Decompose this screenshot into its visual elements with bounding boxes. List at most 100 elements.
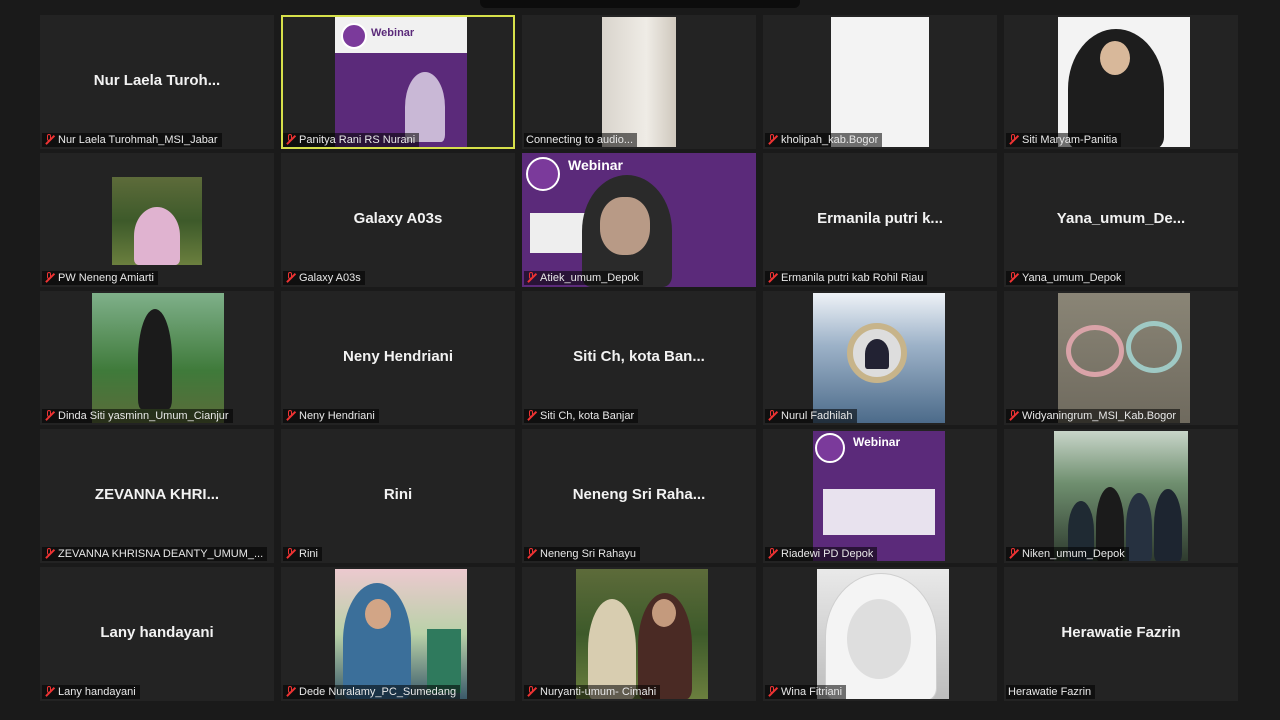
participant-label: Panitya Rani RS Nurani	[283, 133, 420, 147]
participant-tile[interactable]: Rini Rini	[281, 429, 515, 563]
participant-name: Herawatie Fazrin	[1061, 623, 1181, 641]
slide-title: Webinar	[371, 27, 415, 39]
participant-name: Nur Laela Turoh...	[93, 71, 221, 89]
participant-tile[interactable]: kholipah_kab.Bogor	[763, 15, 997, 149]
logo-icon	[815, 433, 845, 463]
participant-video	[576, 569, 708, 699]
participant-tile[interactable]: Niken_umum_Depok	[1004, 429, 1238, 563]
participant-tile[interactable]: Connecting to audio...	[522, 15, 756, 149]
top-toolbar-handle[interactable]	[480, 0, 800, 8]
mic-muted-icon	[526, 548, 536, 560]
logo-icon	[341, 23, 367, 49]
participant-name: ZEVANNA KHRI...	[94, 485, 220, 503]
participant-label: Nur Laela Turohmah_MSI_Jabar	[42, 133, 222, 147]
participant-name: Yana_umum_De...	[1056, 209, 1186, 227]
mic-muted-icon	[44, 272, 54, 284]
participant-label: Wina Fitriani	[765, 685, 847, 699]
participant-tile[interactable]: Nurul Fadhilah	[763, 291, 997, 425]
participant-video	[831, 17, 929, 147]
participant-tile-active-speaker[interactable]: Webinar Panitya Rani RS Nurani	[281, 15, 515, 149]
mic-muted-icon	[526, 686, 536, 698]
slide-title: Webinar	[853, 435, 901, 449]
participant-tile[interactable]: Herawatie Fazrin Herawatie Fazrin	[1004, 567, 1238, 701]
slide-title: Webinar	[568, 157, 623, 173]
participant-video	[1058, 17, 1190, 147]
mic-muted-icon	[44, 410, 54, 422]
participant-video	[602, 17, 676, 147]
participant-tile[interactable]: Neneng Sri Raha... Neneng Sri Rahayu	[522, 429, 756, 563]
mic-muted-icon	[44, 686, 54, 698]
participant-video: Webinar	[335, 17, 467, 147]
mic-muted-icon	[767, 548, 777, 560]
participant-label: ZEVANNA KHRISNA DEANTY_UMUM_...	[42, 547, 268, 561]
logo-icon	[526, 157, 560, 191]
participant-name: Ermanila putri k...	[817, 209, 943, 227]
participant-label: PW Neneng Amiarti	[42, 271, 158, 285]
participant-video	[1054, 431, 1188, 561]
participant-tile[interactable]: ZEVANNA KHRI... ZEVANNA KHRISNA DEANTY_U…	[40, 429, 274, 563]
participant-label: Lany handayani	[42, 685, 140, 699]
participant-tile[interactable]: Yana_umum_De... Yana_umum_Depok	[1004, 153, 1238, 287]
participant-tile[interactable]: Wina Fitriani	[763, 567, 997, 701]
gallery-grid: Nur Laela Turoh... Nur Laela Turohmah_MS…	[40, 15, 1240, 705]
participant-tile[interactable]: Webinar Riadewi PD Depok	[763, 429, 997, 563]
participant-label: Herawatie Fazrin	[1006, 685, 1096, 699]
participant-label: Galaxy A03s	[283, 271, 365, 285]
mic-muted-icon	[285, 548, 295, 560]
participant-tile[interactable]: Dinda Siti yasminn_Umum_Cianjur	[40, 291, 274, 425]
participant-video: Webinar	[813, 431, 945, 561]
participant-video	[335, 569, 467, 699]
participant-tile[interactable]: Siti Ch, kota Ban... Siti Ch, kota Banja…	[522, 291, 756, 425]
participant-label: Widyaningrum_MSI_Kab.Bogor	[1006, 409, 1181, 423]
participant-tile[interactable]: Webinar Atiek_umum_Depok	[522, 153, 756, 287]
mic-muted-icon	[767, 272, 777, 284]
participant-tile[interactable]: PW Neneng Amiarti	[40, 153, 274, 287]
mic-muted-icon	[285, 686, 295, 698]
participant-video	[817, 569, 949, 699]
participant-label: Rini	[283, 547, 322, 561]
mic-muted-icon	[767, 134, 777, 146]
participant-tile[interactable]: Nur Laela Turoh... Nur Laela Turohmah_MS…	[40, 15, 274, 149]
participant-video	[1058, 293, 1190, 423]
participant-name: Rini	[383, 485, 413, 503]
participant-tile[interactable]: Nuryanti-umum- Cimahi	[522, 567, 756, 701]
participant-name: Galaxy A03s	[353, 209, 443, 227]
participant-label: Niken_umum_Depok	[1006, 547, 1129, 561]
mic-muted-icon	[767, 410, 777, 422]
participant-tile[interactable]: Neny Hendriani Neny Hendriani	[281, 291, 515, 425]
mic-muted-icon	[767, 686, 777, 698]
participant-tile[interactable]: Galaxy A03s Galaxy A03s	[281, 153, 515, 287]
participant-video	[92, 293, 224, 423]
participant-video: Webinar	[522, 153, 756, 287]
participant-video	[112, 177, 202, 265]
participant-video	[813, 293, 945, 423]
participant-label: Neneng Sri Rahayu	[524, 547, 641, 561]
participant-label: kholipah_kab.Bogor	[765, 133, 883, 147]
participant-name: Neny Hendriani	[342, 347, 454, 365]
participant-label: Siti Maryam-Panitia	[1006, 133, 1122, 147]
participant-tile[interactable]: Siti Maryam-Panitia	[1004, 15, 1238, 149]
participant-label: Dinda Siti yasminn_Umum_Cianjur	[42, 409, 233, 423]
participant-label: Nuryanti-umum- Cimahi	[524, 685, 661, 699]
participant-label: Neny Hendriani	[283, 409, 379, 423]
participant-label: Yana_umum_Depok	[1006, 271, 1126, 285]
participant-tile[interactable]: Ermanila putri k... Ermanila putri kab R…	[763, 153, 997, 287]
participant-label: Ermanila putri kab Rohil Riau	[765, 271, 928, 285]
participant-label: Siti Ch, kota Banjar	[524, 409, 639, 423]
mic-muted-icon	[1008, 272, 1018, 284]
participant-tile[interactable]: Dede Nuralamy_PC_Sumedang	[281, 567, 515, 701]
mic-muted-icon	[285, 410, 295, 422]
participant-label: Connecting to audio...	[524, 133, 638, 147]
mic-muted-icon	[285, 134, 295, 146]
mic-muted-icon	[526, 272, 536, 284]
participant-name: Neneng Sri Raha...	[572, 485, 706, 503]
participant-tile[interactable]: Lany handayani Lany handayani	[40, 567, 274, 701]
mic-muted-icon	[285, 272, 295, 284]
participant-tile[interactable]: Widyaningrum_MSI_Kab.Bogor	[1004, 291, 1238, 425]
mic-muted-icon	[526, 410, 536, 422]
mic-muted-icon	[44, 548, 54, 560]
participant-name: Siti Ch, kota Ban...	[573, 347, 705, 365]
participant-label: Atiek_umum_Depok	[524, 271, 644, 285]
participant-label: Nurul Fadhilah	[765, 409, 857, 423]
mic-muted-icon	[1008, 410, 1018, 422]
